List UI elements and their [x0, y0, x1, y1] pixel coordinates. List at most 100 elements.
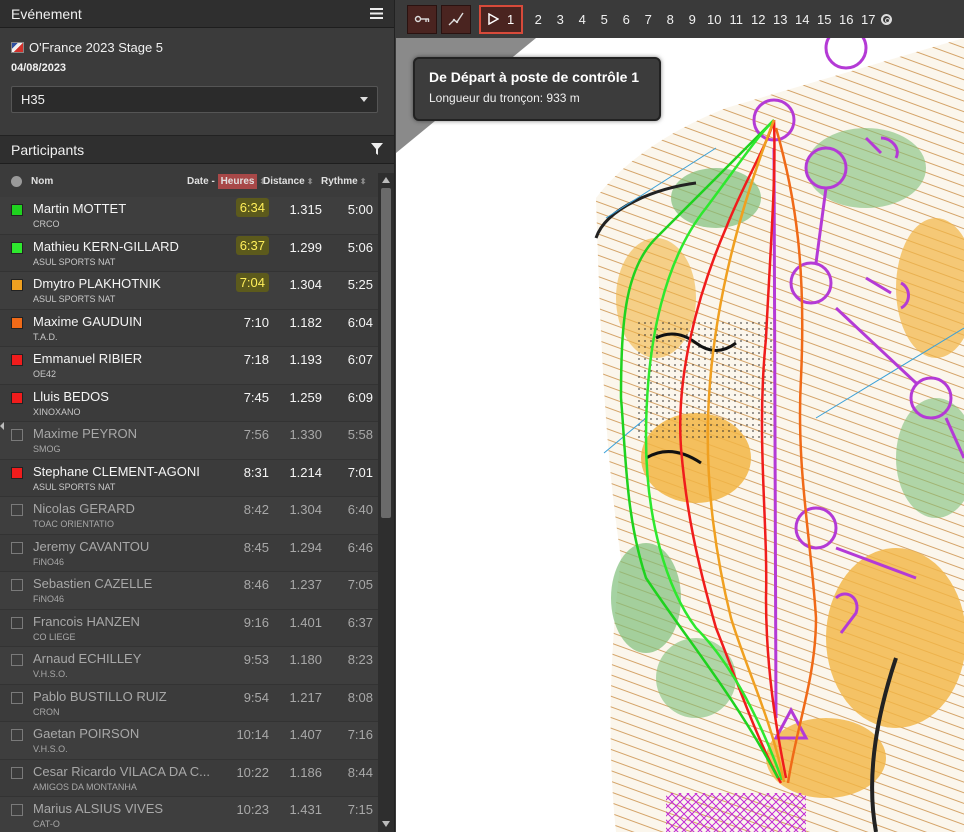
- participant-time: 7:18: [243, 352, 269, 367]
- participant-color-checkbox[interactable]: [11, 541, 23, 554]
- participant-color-checkbox[interactable]: [11, 204, 23, 216]
- participant-color-checkbox[interactable]: [11, 579, 23, 591]
- control-9-button[interactable]: 9: [681, 12, 703, 27]
- participant-color-checkbox[interactable]: [11, 654, 23, 666]
- participant-color-checkbox[interactable]: [11, 616, 23, 629]
- participant-distance: 1.304: [289, 277, 322, 292]
- participant-pace: 6:04: [347, 314, 373, 330]
- column-rythme[interactable]: Rythme ⬍: [321, 176, 366, 187]
- participant-row[interactable]: Mathieu KERN-GILLARD ASUL SPORTS NAT 6:37 1…: [0, 234, 378, 272]
- participant-distance: 1.180: [289, 652, 322, 667]
- participant-color-checkbox[interactable]: [11, 504, 23, 516]
- participant-row[interactable]: Cesar Ricardo VILACA DA C... AMIGOS DA MO…: [0, 759, 378, 797]
- participant-color-checkbox[interactable]: [11, 804, 23, 816]
- scroll-thumb[interactable]: [381, 188, 391, 518]
- participant-color-checkbox[interactable]: [11, 241, 23, 254]
- participant-name: Pablo BUSTILLO RUIZ: [33, 688, 167, 704]
- column-rythme-label: Rythme: [321, 176, 358, 187]
- participant-time: 9:53: [243, 652, 269, 667]
- participant-row[interactable]: Sebastien CAZELLE FiNO46 8:46 1.237 7:05: [0, 572, 378, 610]
- participant-row[interactable]: Maxime PEYRON SMOG 7:56 1.330 5:58: [0, 422, 378, 460]
- event-info: O'France 2023 Stage 5 04/08/2023 H35: [0, 28, 394, 136]
- participant-distance: 1.193: [289, 352, 322, 367]
- participant-row[interactable]: Gaetan POIRSON V.H.S.O. 10:14 1.407 7:16: [0, 722, 378, 760]
- participant-color-checkbox[interactable]: [11, 316, 23, 329]
- participant-pace: 8:44: [347, 764, 373, 780]
- control-12-button[interactable]: 12: [747, 12, 769, 27]
- control-13-button[interactable]: 13: [769, 12, 791, 27]
- participant-name: Lluis BEDOS: [33, 388, 109, 404]
- participant-distance: 1.259: [289, 389, 322, 405]
- orienteering-map[interactable]: [396, 38, 964, 832]
- participant-row[interactable]: Emmanuel RIBIER OE42 7:18 1.193 6:07: [0, 347, 378, 385]
- column-nom[interactable]: Nom: [31, 176, 181, 187]
- participant-row[interactable]: Francois HANZEN CO LIEGE 9:16 1.401 6:37: [0, 609, 378, 647]
- participant-row[interactable]: Pablo BUSTILLO RUIZ CRON 9:54 1.217 8:08: [0, 684, 378, 722]
- participant-row[interactable]: Lluis BEDOS XINOXANO 7:45 1.259 6:09: [0, 384, 378, 422]
- control-7-button[interactable]: 7: [637, 12, 659, 27]
- active-control-label: 1: [507, 11, 515, 27]
- participants-list: Martin MOTTET CRCO 6:34 1.315 5:00 Mathieu KE…: [0, 197, 378, 832]
- participant-name: Marius ALSIUS VIVES: [33, 801, 164, 816]
- scroll-up-icon[interactable]: [382, 177, 390, 183]
- participant-row[interactable]: Martin MOTTET CRCO 6:34 1.315 5:00: [0, 197, 378, 235]
- participant-color-checkbox[interactable]: [11, 354, 23, 366]
- participant-distance: 1.330: [289, 427, 322, 442]
- participant-row[interactable]: Maxime GAUDUIN T.A.D. 7:10 1.182 6:04: [0, 309, 378, 347]
- control-6-button[interactable]: 6: [615, 12, 637, 27]
- chevron-down-icon: [360, 97, 368, 102]
- control-14-button[interactable]: 14: [791, 12, 813, 27]
- participant-row[interactable]: Stephane CLEMENT-AGONI ASUL SPORTS NAT 8:3…: [0, 459, 378, 497]
- participant-row[interactable]: Dmytro PLAKHOTNIK ASUL SPORTS NAT 7:04 1.30…: [0, 272, 378, 310]
- control-3-button[interactable]: 3: [549, 12, 571, 27]
- map-panel: 1 2 3 4 5 6 7 8 9 10 11 12 13 14 15 16 17: [396, 0, 964, 832]
- route-icon[interactable]: [441, 4, 471, 34]
- participant-distance: 1.294: [289, 539, 322, 555]
- control-10-button[interactable]: 10: [703, 12, 725, 27]
- event-section-header: Evénement: [0, 0, 394, 28]
- participant-row[interactable]: Jeremy CAVANTOU FiNO46 8:45 1.294 6:46: [0, 534, 378, 572]
- category-select[interactable]: H35: [11, 86, 378, 113]
- control-15-button[interactable]: 15: [813, 12, 835, 27]
- control-11-button[interactable]: 11: [725, 12, 747, 27]
- map-toolbar: 1 2 3 4 5 6 7 8 9 10 11 12 13 14 15 16 17: [396, 0, 964, 38]
- participant-row[interactable]: Marius ALSIUS VIVES CAT-O 10:23 1.431 7:15: [0, 797, 378, 832]
- scroll-down-icon[interactable]: [382, 821, 390, 827]
- filter-icon[interactable]: [371, 142, 383, 158]
- collapse-arrow-icon[interactable]: [0, 422, 4, 430]
- participant-pace: 6:46: [347, 539, 373, 555]
- participant-color-checkbox[interactable]: [11, 391, 23, 404]
- column-date-heures[interactable]: Date - Heures ⬍: [187, 174, 266, 189]
- event-section-title: Evénement: [11, 5, 82, 22]
- control-4-button[interactable]: 4: [571, 12, 593, 27]
- control-16-button[interactable]: 16: [835, 12, 857, 27]
- participant-name: Maxime GAUDUIN: [33, 313, 143, 329]
- participant-color-checkbox[interactable]: [11, 729, 23, 741]
- participant-club: V.H.S.O.: [33, 669, 68, 679]
- control-start-to-1-button[interactable]: 1: [479, 4, 524, 34]
- select-all-toggle[interactable]: [11, 176, 22, 187]
- participant-color-checkbox[interactable]: [11, 466, 23, 479]
- leg-tooltip-length: Longueur du tronçon: 933 m: [429, 91, 580, 105]
- control-5-button[interactable]: 5: [593, 12, 615, 27]
- participant-color-checkbox[interactable]: [11, 691, 23, 704]
- participant-color-checkbox[interactable]: [11, 279, 23, 291]
- participant-club: CRON: [33, 706, 60, 717]
- participant-row[interactable]: Nicolas GERARD TOAC ORIENTATIO 8:42 1.304 6:…: [0, 497, 378, 535]
- key-icon[interactable]: [407, 4, 437, 34]
- participant-color-checkbox[interactable]: [11, 766, 23, 779]
- control-2-button[interactable]: 2: [527, 12, 549, 27]
- participants-scrollbar[interactable]: [378, 173, 394, 832]
- control-8-button[interactable]: 8: [659, 12, 681, 27]
- participant-name: Sebastien CAZELLE: [33, 576, 153, 591]
- participant-row[interactable]: Arnaud ECHILLEY V.H.S.O. 9:53 1.180 8:23: [0, 647, 378, 685]
- left-panel: Evénement O'France 2023 Stage 5 04/08/20…: [0, 0, 395, 832]
- column-distance[interactable]: Distance ⬍: [263, 176, 313, 187]
- participant-club: ASUL SPORTS NAT: [33, 256, 116, 267]
- finish-icon[interactable]: [881, 13, 893, 25]
- participant-color-checkbox[interactable]: [11, 429, 23, 441]
- control-17-button[interactable]: 17: [857, 12, 879, 27]
- hamburger-menu-icon[interactable]: [370, 6, 383, 22]
- participant-pace: 6:09: [347, 389, 373, 405]
- participant-club: OE42: [33, 369, 57, 379]
